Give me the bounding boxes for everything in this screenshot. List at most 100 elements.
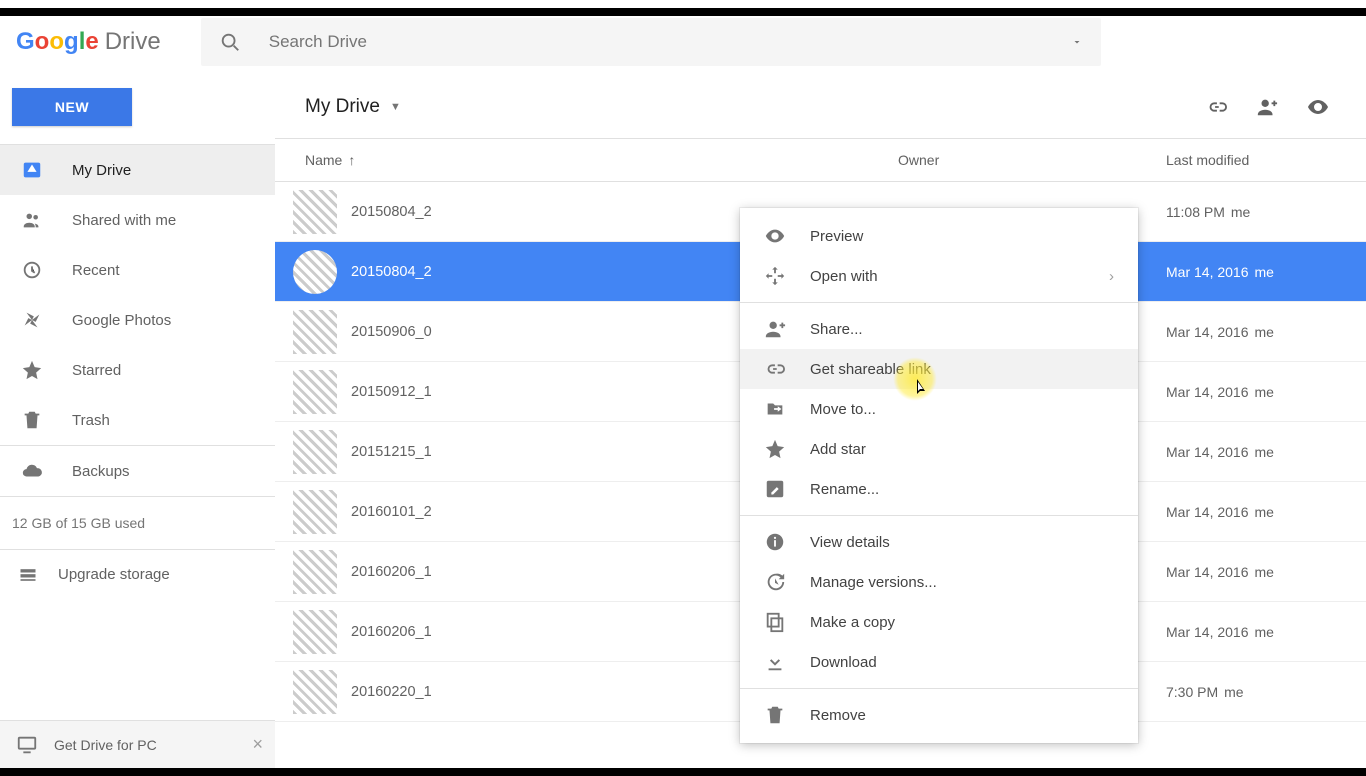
letterbox-bottom: [0, 768, 1366, 776]
search-input[interactable]: [269, 32, 1071, 52]
storage-icon: [18, 565, 42, 585]
copy-icon: [764, 611, 786, 633]
person-plus-icon: [764, 318, 786, 340]
chevron-right-icon: ›: [1109, 268, 1114, 285]
nav: My Drive Shared with me Recent Google Photo…: [0, 144, 275, 445]
menu-item-rename[interactable]: Rename...: [740, 469, 1138, 509]
menu-item-label: Make a copy: [810, 614, 1114, 631]
product-name: Drive: [105, 28, 161, 56]
workspace: NEW My Drive Shared with me Recent Google P…: [0, 76, 1366, 768]
pencil-box-icon: [764, 478, 786, 500]
menu-item-manage-versions[interactable]: Manage versions...: [740, 562, 1138, 602]
file-modified: 7:30 PMme: [1166, 684, 1366, 700]
menu-item-label: Manage versions...: [810, 574, 1114, 591]
sidebar-item-starred[interactable]: Starred: [0, 345, 275, 395]
menu-item-make-a-copy[interactable]: Make a copy: [740, 602, 1138, 642]
menu-item-label: Get shareable link: [810, 361, 1114, 378]
google-drive-logo[interactable]: Google Drive: [16, 28, 161, 56]
search-icon: [219, 31, 241, 53]
move-arrows-icon: [764, 265, 786, 287]
header: Google Drive: [0, 8, 1366, 76]
sidebar-item-label: Backups: [72, 463, 130, 480]
menu-item-label: Preview: [810, 228, 1114, 245]
column-headers: Name↑ Owner Last modified: [275, 138, 1366, 182]
pinwheel-icon: [20, 308, 44, 332]
file-thumbnail: [293, 190, 337, 234]
file-thumbnail: [293, 250, 337, 294]
sidebar-item-label: My Drive: [72, 162, 131, 179]
get-link-icon[interactable]: [1206, 96, 1228, 118]
menu-item-share[interactable]: Share...: [740, 309, 1138, 349]
search-bar[interactable]: [201, 18, 1101, 66]
file-thumbnail: [293, 670, 337, 714]
monitor-icon: [16, 734, 38, 756]
context-menu: Preview Open with› Share... Get shareable l…: [740, 208, 1138, 743]
file-thumbnail: [293, 310, 337, 354]
menu-item-label: Rename...: [810, 481, 1114, 498]
file-modified: Mar 14, 2016me: [1166, 384, 1366, 400]
main: My Drive ▼ Name↑ Owner Last modified 201…: [275, 76, 1366, 768]
trash-icon: [20, 408, 44, 432]
breadcrumb-label: My Drive: [305, 96, 380, 118]
star-icon: [764, 438, 786, 460]
file-modified: Mar 14, 2016me: [1166, 504, 1366, 520]
get-drive-for-pc[interactable]: Get Drive for PC ×: [0, 720, 275, 768]
people-icon: [20, 208, 44, 232]
sort-asc-icon: ↑: [348, 152, 355, 168]
history-icon: [764, 571, 786, 593]
get-drive-label: Get Drive for PC: [54, 737, 157, 753]
breadcrumb[interactable]: My Drive ▼: [305, 96, 401, 118]
file-actions: [1206, 95, 1330, 119]
sidebar: NEW My Drive Shared with me Recent Google P…: [0, 76, 275, 768]
sidebar-item-label: Starred: [72, 362, 121, 379]
cloud-icon: [20, 459, 44, 483]
menu-item-open-with[interactable]: Open with›: [740, 256, 1138, 296]
sidebar-item-my-drive[interactable]: My Drive: [0, 145, 275, 195]
info-icon: [764, 531, 786, 553]
menu-item-move-to[interactable]: Move to...: [740, 389, 1138, 429]
col-name[interactable]: Name↑: [305, 152, 898, 168]
file-thumbnail: [293, 550, 337, 594]
menu-separator: [740, 302, 1138, 303]
sidebar-item-trash[interactable]: Trash: [0, 395, 275, 445]
share-icon[interactable]: [1256, 96, 1278, 118]
search-options-dropdown-icon[interactable]: [1071, 36, 1083, 48]
menu-separator: [740, 688, 1138, 689]
sidebar-item-recent[interactable]: Recent: [0, 245, 275, 295]
sidebar-item-label: Recent: [72, 262, 120, 279]
file-modified: Mar 14, 2016me: [1166, 444, 1366, 460]
upgrade-storage[interactable]: Upgrade storage: [0, 549, 275, 599]
menu-item-label: Download: [810, 654, 1114, 671]
sidebar-item-label: Shared with me: [72, 212, 176, 229]
menu-item-remove[interactable]: Remove: [740, 695, 1138, 735]
file-thumbnail: [293, 490, 337, 534]
clock-icon: [20, 258, 44, 282]
letterbox-top: [0, 8, 1366, 16]
sidebar-item-shared-with-me[interactable]: Shared with me: [0, 195, 275, 245]
menu-item-label: Open with: [810, 268, 1109, 285]
eye-icon: [764, 225, 786, 247]
toolbar-row: My Drive ▼: [275, 76, 1366, 138]
preview-icon[interactable]: [1306, 95, 1330, 119]
menu-item-download[interactable]: Download: [740, 642, 1138, 682]
menu-item-label: Share...: [810, 321, 1114, 338]
star-icon: [20, 358, 44, 382]
new-button[interactable]: NEW: [12, 88, 132, 126]
file-modified: Mar 14, 2016me: [1166, 624, 1366, 640]
menu-item-preview[interactable]: Preview: [740, 216, 1138, 256]
close-icon[interactable]: ×: [252, 734, 263, 755]
menu-item-label: Move to...: [810, 401, 1114, 418]
sidebar-item-google-photos[interactable]: Google Photos: [0, 295, 275, 345]
storage-text: 12 GB of 15 GB used: [0, 497, 275, 549]
sidebar-item-label: Trash: [72, 412, 110, 429]
sidebar-item-backups[interactable]: Backups: [0, 446, 275, 496]
menu-item-view-details[interactable]: View details: [740, 522, 1138, 562]
folder-arrow-icon: [764, 398, 786, 420]
file-modified: Mar 14, 2016me: [1166, 324, 1366, 340]
menu-item-get-shareable-link[interactable]: Get shareable link: [740, 349, 1138, 389]
col-owner[interactable]: Owner: [898, 152, 1166, 168]
file-modified: Mar 14, 2016me: [1166, 264, 1366, 280]
menu-item-add-star[interactable]: Add star: [740, 429, 1138, 469]
col-modified[interactable]: Last modified: [1166, 152, 1366, 168]
download-icon: [764, 651, 786, 673]
